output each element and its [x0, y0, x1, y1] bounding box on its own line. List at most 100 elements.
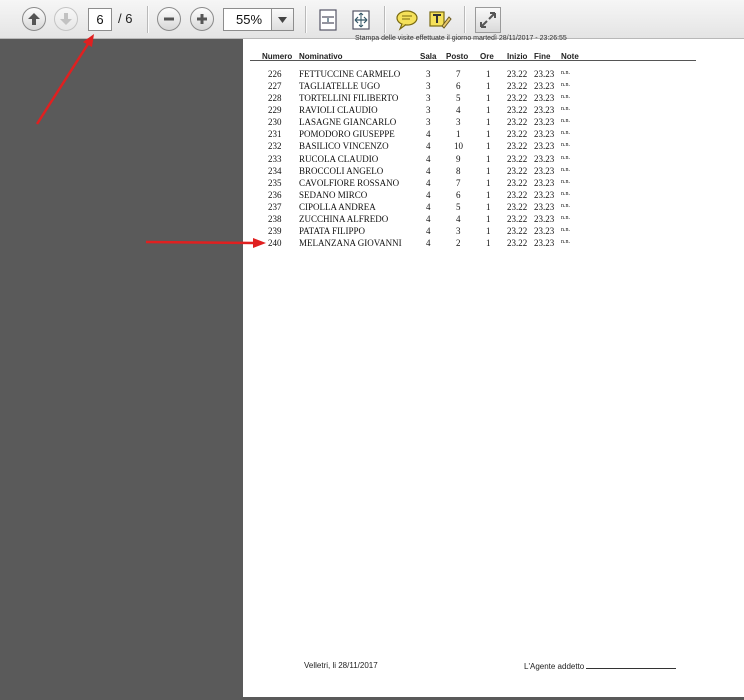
cell-note: n.n.	[561, 142, 570, 148]
table-row: 238 ZUCCHINA ALFREDO 4 4 1 23.22 23.23 n…	[243, 214, 703, 226]
cell-numero: 235	[268, 178, 282, 188]
cell-inizio: 23.22	[507, 105, 528, 115]
cell-posto: 3	[456, 117, 461, 127]
cell-nominativo: BASILICO VINCENZO	[299, 141, 389, 151]
cell-inizio: 23.22	[507, 202, 528, 212]
cell-nominativo: CIPOLLA ANDREA	[299, 202, 376, 212]
fit-width-icon	[352, 10, 370, 30]
cell-sala: 4	[426, 141, 431, 151]
cell-posto: 7	[456, 178, 461, 188]
cell-fine: 23.23	[534, 105, 555, 115]
cell-posto: 5	[456, 202, 461, 212]
fit-page-icon	[319, 9, 337, 31]
cell-sala: 4	[426, 214, 431, 224]
cell-ore: 1	[486, 93, 491, 103]
cell-note: n.n.	[561, 155, 570, 161]
fit-width-button[interactable]	[349, 8, 373, 32]
zoom-in-button[interactable]	[190, 7, 214, 31]
cell-sala: 3	[426, 81, 431, 91]
fullscreen-button[interactable]	[475, 7, 501, 33]
table-row: 239 PATATA FILIPPO 4 3 1 23.22 23.23 n.n…	[243, 226, 703, 238]
cell-fine: 23.23	[534, 154, 555, 164]
cell-fine: 23.23	[534, 226, 555, 236]
cell-fine: 23.23	[534, 117, 555, 127]
cell-sala: 4	[426, 226, 431, 236]
cell-note: n.n.	[561, 167, 570, 173]
cell-inizio: 23.22	[507, 214, 528, 224]
cell-posto: 6	[456, 81, 461, 91]
table-row: 233 RUCOLA CLAUDIO 4 9 1 23.22 23.23 n.n…	[243, 154, 703, 166]
cell-nominativo: RUCOLA CLAUDIO	[299, 154, 379, 164]
toolbar-separator	[305, 6, 307, 33]
footer-signature: L'Agente addetto	[524, 661, 677, 671]
cell-sala: 4	[426, 238, 431, 248]
cell-numero: 231	[268, 129, 282, 139]
cell-fine: 23.23	[534, 69, 555, 79]
cell-numero: 238	[268, 214, 282, 224]
table-row: 235 CAVOLFIORE ROSSANO 4 7 1 23.22 23.23…	[243, 178, 703, 190]
cell-sala: 4	[426, 129, 431, 139]
cell-posto: 5	[456, 93, 461, 103]
cell-note: n.n.	[561, 227, 570, 233]
cell-fine: 23.23	[534, 93, 555, 103]
cell-note: n.n.	[561, 70, 570, 76]
cell-ore: 1	[486, 238, 491, 248]
cell-fine: 23.23	[534, 141, 555, 151]
cell-numero: 227	[268, 81, 282, 91]
cell-numero: 234	[268, 166, 282, 176]
cell-inizio: 23.22	[507, 81, 528, 91]
cell-inizio: 23.22	[507, 166, 528, 176]
next-page-button[interactable]	[54, 7, 78, 31]
cell-numero: 240	[268, 238, 282, 248]
cell-inizio: 23.22	[507, 238, 528, 248]
cell-fine: 23.23	[534, 166, 555, 176]
zoom-out-button[interactable]	[157, 7, 181, 31]
table-row: 228 TORTELLINI FILIBERTO 3 5 1 23.22 23.…	[243, 93, 703, 105]
cell-inizio: 23.22	[507, 93, 528, 103]
cell-inizio: 23.22	[507, 154, 528, 164]
table-row: 226 FETTUCCINE CARMELO 3 7 1 23.22 23.23…	[243, 69, 703, 81]
cell-ore: 1	[486, 69, 491, 79]
zoom-level-input[interactable]: 55%	[223, 8, 272, 31]
cell-note: n.n.	[561, 130, 570, 136]
cell-numero: 237	[268, 202, 282, 212]
table-row: 240 MELANZANA GIOVANNI 4 2 1 23.22 23.23…	[243, 238, 703, 250]
comment-button[interactable]	[395, 8, 419, 32]
cell-ore: 1	[486, 214, 491, 224]
cell-inizio: 23.22	[507, 190, 528, 200]
cell-note: n.n.	[561, 191, 570, 197]
highlight-text-button[interactable]	[428, 8, 452, 32]
cell-note: n.n.	[561, 239, 570, 245]
cell-posto: 4	[456, 105, 461, 115]
cell-nominativo: RAVIOLI CLAUDIO	[299, 105, 378, 115]
fullscreen-icon	[480, 12, 496, 28]
footer-signature-label: L'Agente addetto	[524, 662, 585, 671]
toolbar-separator	[464, 6, 466, 33]
page-total: / 6	[118, 11, 133, 26]
cell-nominativo: ZUCCHINA ALFREDO	[299, 214, 389, 224]
cell-fine: 23.23	[534, 238, 555, 248]
table-row: 232 BASILICO VINCENZO 4 10 1 23.22 23.23…	[243, 141, 703, 153]
pdf-page: Stampa delle visite effettuate il giorno…	[243, 35, 744, 697]
previous-page-button[interactable]	[22, 7, 46, 31]
arrow-down-icon	[60, 13, 72, 25]
current-page-input[interactable]: 6	[88, 8, 112, 31]
zoom-in-icon	[197, 14, 207, 24]
zoom-dropdown-button[interactable]	[271, 8, 294, 31]
cell-sala: 4	[426, 202, 431, 212]
arrow-up-icon	[28, 13, 40, 25]
cell-fine: 23.23	[534, 178, 555, 188]
cell-numero: 226	[268, 69, 282, 79]
cell-numero: 236	[268, 190, 282, 200]
cell-numero: 230	[268, 117, 282, 127]
cell-nominativo: LASAGNE GIANCARLO	[299, 117, 397, 127]
footer-place-date: Velletri, li 28/11/2017	[304, 661, 378, 670]
cell-fine: 23.23	[534, 202, 555, 212]
cell-numero: 233	[268, 154, 282, 164]
cell-ore: 1	[486, 141, 491, 151]
header-rule	[250, 60, 696, 61]
table-row: 231 POMODORO GIUSEPPE 4 1 1 23.22 23.23 …	[243, 129, 703, 141]
fit-page-button[interactable]	[316, 8, 340, 32]
cell-inizio: 23.22	[507, 226, 528, 236]
table-row: 229 RAVIOLI CLAUDIO 3 4 1 23.22 23.23 n.…	[243, 105, 703, 117]
